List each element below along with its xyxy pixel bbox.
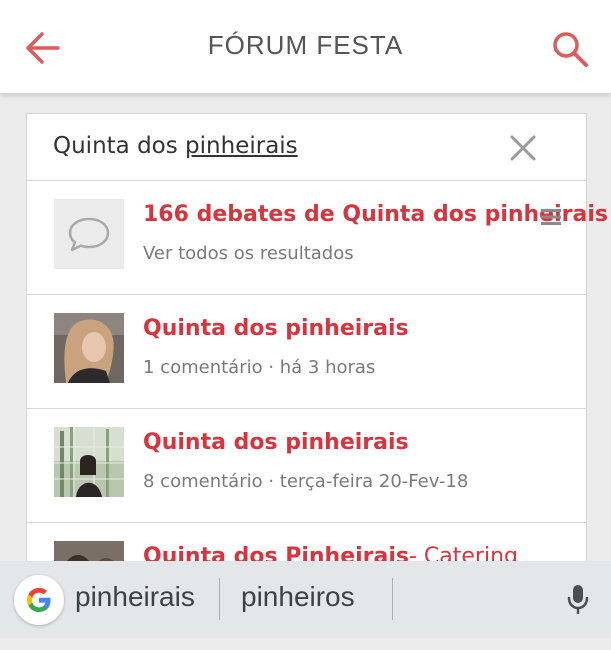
suggestion-pinheirais[interactable]: pinheirais [75, 581, 195, 613]
search-results-panel: Quinta dos pinheirais 166 debates de Qui… [26, 113, 608, 611]
comment-thumbnail [54, 199, 124, 269]
bottom-strip [0, 638, 611, 650]
google-g-icon[interactable] [14, 575, 64, 625]
suggestion-pinheiros[interactable]: pinheiros [241, 581, 355, 613]
result-subtitle[interactable]: 8 comentário · terça-feira 20-Fev-18 [143, 471, 468, 492]
close-icon[interactable] [509, 134, 537, 162]
search-input[interactable]: Quinta dos pinheirais [53, 133, 298, 159]
result-subtitle[interactable]: Ver todos os resultados [143, 243, 354, 264]
result-title[interactable]: Quinta dos pinheirais [143, 430, 409, 455]
list-item[interactable]: Quinta dos pinheirais 1 comentário · há … [27, 295, 586, 409]
result-title[interactable]: 166 debates de Quinta dos pinheirais [143, 202, 608, 227]
keyboard-suggestion-bar: pinheirais pinheiros [0, 561, 611, 638]
query-prefix: Quinta dos [53, 133, 186, 159]
result-subtitle[interactable]: 1 comentário · há 3 horas [143, 357, 375, 378]
query-underlined-word: pinheirais [185, 133, 298, 159]
user-avatar [54, 427, 124, 497]
hamburger-menu-icon[interactable] [540, 207, 562, 227]
page-title: FÓRUM FESTA [207, 30, 404, 60]
search-field[interactable]: Quinta dos pinheirais [27, 114, 586, 181]
suggestion-divider [392, 578, 393, 620]
list-item[interactable]: 166 debates de Quinta dos pinheirais Ver… [27, 181, 608, 295]
comment-bubble-icon [68, 217, 110, 252]
app-bar: FÓRUM FESTA [0, 0, 611, 94]
list-item[interactable]: Quinta dos pinheirais 8 comentário · ter… [27, 409, 586, 523]
search-icon[interactable] [549, 28, 591, 70]
user-avatar [54, 313, 124, 383]
microphone-icon[interactable] [565, 583, 591, 617]
suggestion-divider [219, 578, 220, 620]
result-title[interactable]: Quinta dos pinheirais [143, 316, 409, 341]
